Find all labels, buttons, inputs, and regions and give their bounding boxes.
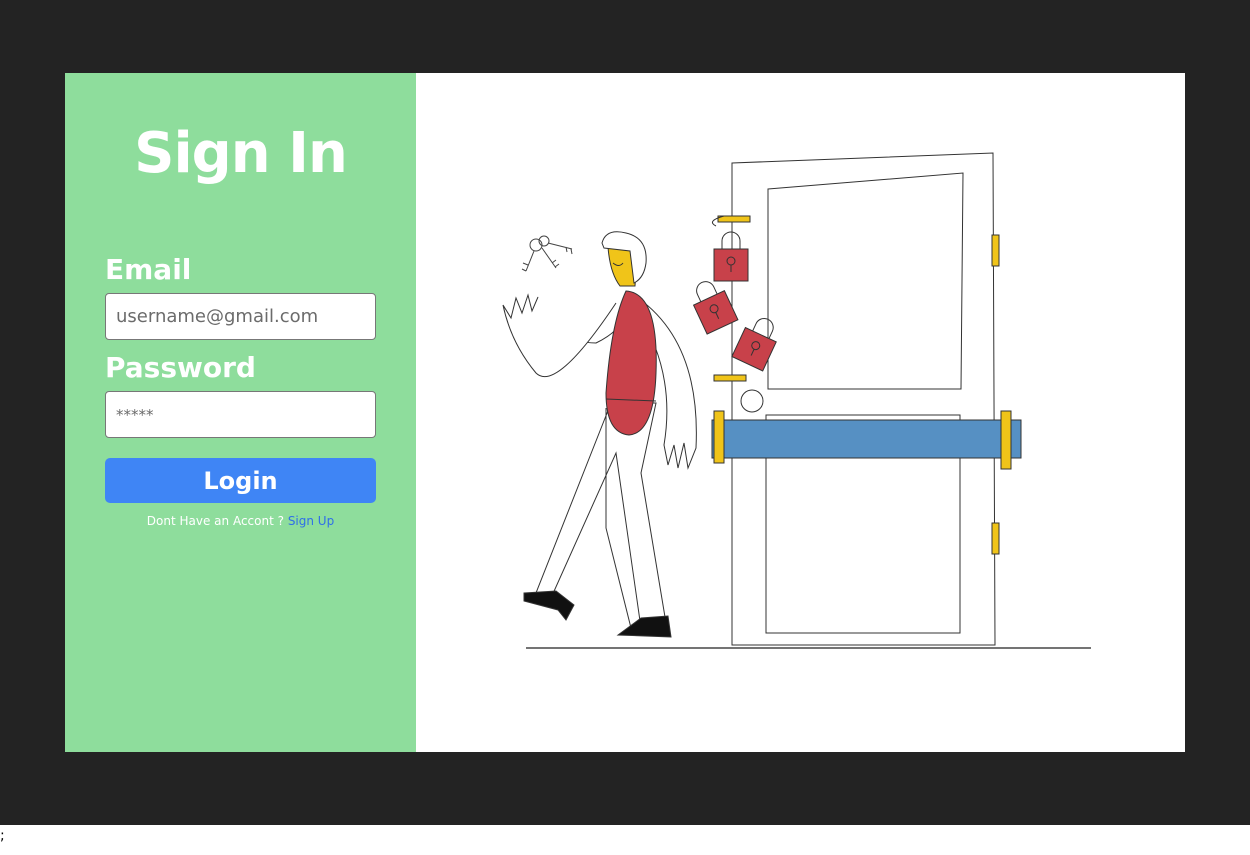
password-field[interactable] xyxy=(105,391,376,438)
email-field[interactable] xyxy=(105,293,376,340)
locked-door-illustration xyxy=(502,152,1091,649)
page-title: Sign In xyxy=(134,121,348,186)
padlock-icon xyxy=(692,281,739,335)
person-icon xyxy=(502,231,697,638)
signin-form-panel: Sign In Email Password Login Dont Have a… xyxy=(65,73,416,752)
no-account-text: Dont Have an Accont ? xyxy=(146,514,284,528)
login-button[interactable]: Login xyxy=(105,458,376,503)
signup-prompt: Dont Have an Accont ? Sign Up xyxy=(65,514,416,528)
door-icon xyxy=(711,152,1000,646)
stray-text: ; xyxy=(0,828,5,844)
keys-icon xyxy=(521,235,573,272)
email-label: Email xyxy=(105,253,192,286)
illustration-panel xyxy=(416,73,1185,752)
signin-card: Sign In Email Password Login Dont Have a… xyxy=(65,73,1185,752)
signup-link[interactable]: Sign Up xyxy=(288,514,334,528)
password-label: Password xyxy=(105,351,256,384)
